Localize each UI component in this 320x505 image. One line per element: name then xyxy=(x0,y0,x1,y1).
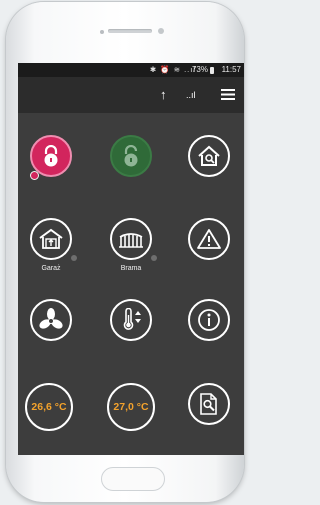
status-icons: ✱ ⏰ ≋ ..ıl xyxy=(149,65,196,74)
home-button[interactable] xyxy=(101,467,165,491)
document-search-button[interactable] xyxy=(188,383,230,425)
status-badge xyxy=(30,171,39,180)
lock-icon xyxy=(44,145,58,167)
temperature-reading-2[interactable]: 27,0 °C xyxy=(107,383,155,431)
lock-disarmed-button[interactable] xyxy=(110,135,152,177)
battery-icon xyxy=(210,67,214,74)
lock-open-icon xyxy=(124,145,138,167)
garage-button[interactable] xyxy=(30,218,72,260)
garage-label: Garaż xyxy=(41,265,61,272)
temperature-reading-1[interactable]: 26,6 °C xyxy=(25,383,73,431)
house-search-button[interactable] xyxy=(188,135,230,177)
thermostat-button[interactable] xyxy=(110,299,152,341)
house-search-icon xyxy=(198,145,220,166)
temperature-value-1: 26,6 °C xyxy=(31,401,67,413)
status-bar: ✱ ⏰ ≋ ..ıl 73% 11:57 xyxy=(18,63,244,77)
thermometer-icon xyxy=(123,308,141,330)
document-search-icon xyxy=(200,393,217,415)
app-toolbar: ↑ ..ıl xyxy=(18,77,244,113)
menu-icon[interactable] xyxy=(221,89,235,100)
warning-icon xyxy=(197,229,221,249)
clock: 11:57 xyxy=(221,65,241,74)
earpiece-speaker xyxy=(108,29,152,33)
front-camera xyxy=(100,30,104,34)
info-button[interactable] xyxy=(188,299,230,341)
signal-bars-icon[interactable]: ..ıl xyxy=(186,87,196,103)
battery-percent: 73% xyxy=(191,65,208,74)
warning-button[interactable] xyxy=(188,218,230,260)
gate-button[interactable] xyxy=(110,218,152,260)
garage-status-dot xyxy=(71,255,77,261)
temperature-value-2: 27,0 °C xyxy=(113,401,149,413)
garage-icon xyxy=(39,228,63,249)
gate-icon xyxy=(119,233,143,248)
fan-icon xyxy=(39,308,63,329)
upload-arrow-icon[interactable]: ↑ xyxy=(160,87,167,103)
info-icon xyxy=(198,309,220,331)
app-screen: ✱ ⏰ ≋ ..ıl 73% 11:57 ↑ ..ıl Garaż Brama … xyxy=(18,63,244,455)
fan-button[interactable] xyxy=(30,299,72,341)
gate-label: Brama xyxy=(120,265,142,272)
proximity-sensor xyxy=(158,28,164,34)
gate-status-dot xyxy=(151,255,157,261)
